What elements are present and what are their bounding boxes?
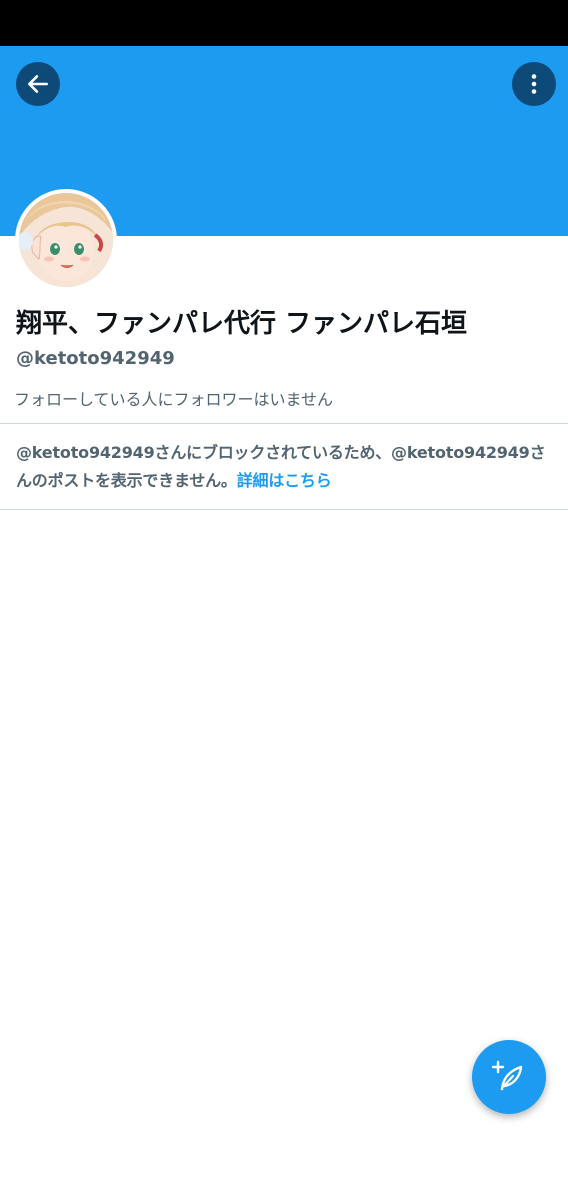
more-vertical-icon [531, 74, 537, 94]
display-name: 翔平、ファンパレ代行 ファンパレ石垣 [16, 309, 468, 339]
divider [0, 423, 568, 424]
followers-you-follow-text: フォローしている人にフォロワーはいません [14, 390, 334, 409]
learn-more-link[interactable]: 詳細はこちら [237, 471, 332, 490]
divider [0, 509, 568, 510]
compose-post-button[interactable] [472, 1040, 546, 1114]
username-handle: @ketoto942949 [16, 348, 175, 369]
blocked-notice: @ketoto942949さんにブロックされているため、@ketoto94294… [16, 439, 556, 495]
avatar-image [19, 193, 113, 287]
avatar[interactable] [15, 189, 117, 291]
back-button[interactable] [16, 62, 60, 106]
status-bar [0, 0, 568, 46]
more-options-button[interactable] [512, 62, 556, 106]
compose-feather-icon [491, 1060, 523, 1091]
arrow-left-icon [28, 75, 48, 93]
